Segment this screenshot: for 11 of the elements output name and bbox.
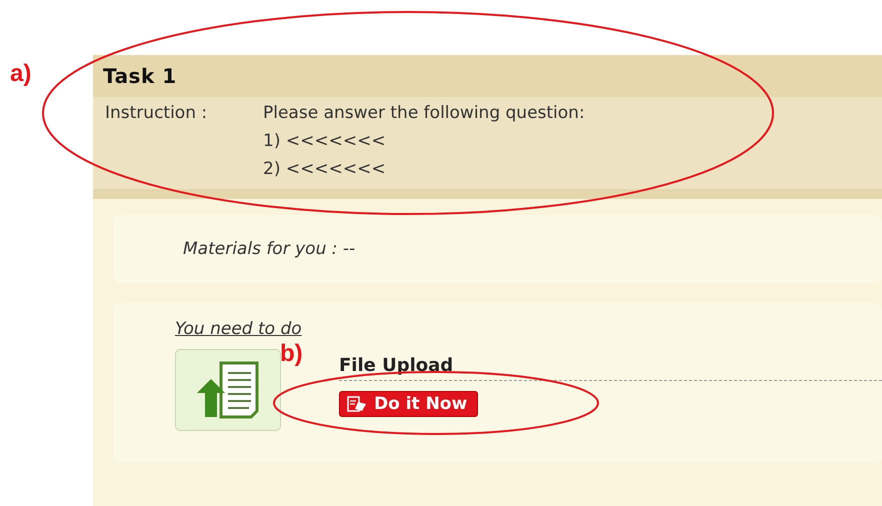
item-title: File Upload (339, 355, 454, 376)
annotation-label: a) (10, 60, 32, 88)
do-it-now-button[interactable]: Do it Now (339, 391, 478, 417)
instruction-text: Please answer the following question: (263, 103, 585, 123)
instruction-label: Instruction : (105, 103, 208, 125)
question-item: 1) <<<<<<< (263, 131, 387, 151)
annotation-label: b) (280, 340, 303, 368)
todo-heading: You need to do (175, 319, 302, 339)
question-item: 2) <<<<<<< (263, 159, 387, 179)
materials-label: Materials for you : -- (183, 239, 356, 259)
task-title: Task 1 (103, 64, 177, 88)
